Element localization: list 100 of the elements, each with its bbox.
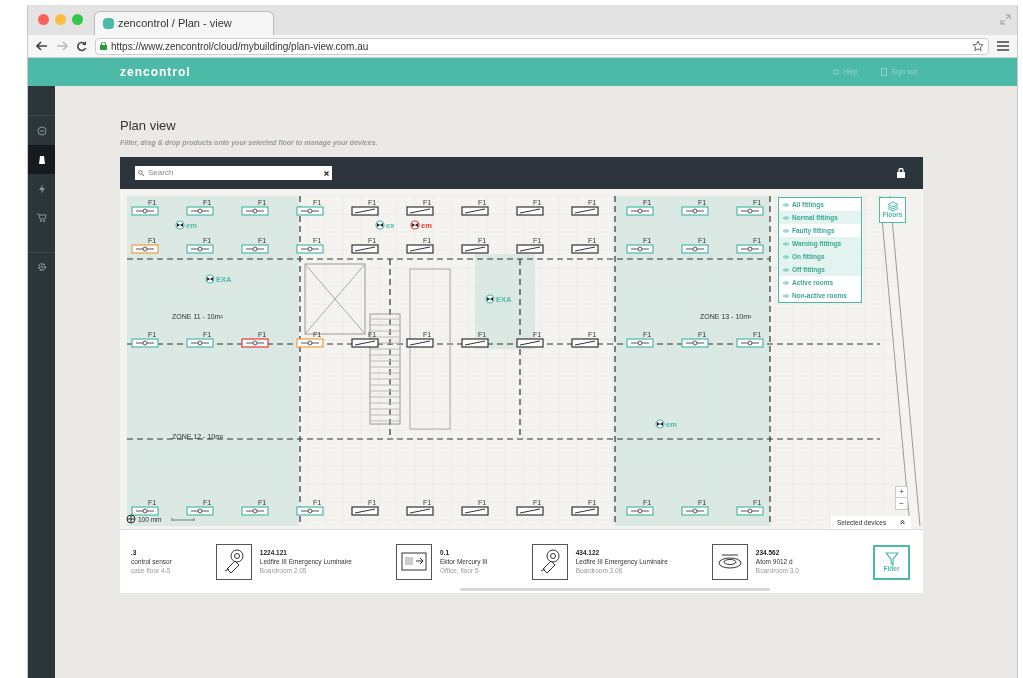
light-fitting-icon[interactable] [241,506,269,516]
eye-icon [783,293,789,298]
filter-icon [884,552,899,567]
browser-tab[interactable]: zencontrol / Plan - view [94,11,274,35]
product-thumbnail[interactable] [215,543,252,580]
light-fitting-icon[interactable] [681,244,709,254]
light-fitting-icon[interactable] [186,506,214,516]
eye-icon [783,215,789,220]
zoom-in-button[interactable]: + [896,487,907,498]
reload-icon[interactable] [76,40,87,52]
search-input: Search [148,167,320,179]
light-fitting-icon[interactable] [626,206,654,216]
light-fitting-icon[interactable] [296,506,324,516]
star-icon[interactable] [972,40,984,52]
light-fitting-icon[interactable] [131,206,159,216]
tab-title: zencontrol / Plan - view [118,16,232,32]
lightning-icon [36,183,47,194]
cart-icon [36,212,47,223]
light-fitting-icon[interactable] [131,338,159,348]
light-fitting-icon[interactable] [516,206,544,216]
light-fitting-icon[interactable] [241,206,269,216]
fullscreen-icon[interactable] [1000,14,1011,25]
light-fitting-icon[interactable] [571,206,599,216]
light-fitting-icon[interactable] [736,206,764,216]
site-logo-icon [103,18,114,29]
emergency-light-icon[interactable] [485,294,495,304]
menu-icon[interactable] [997,41,1009,51]
light-fitting-icon[interactable] [736,338,764,348]
emergency-light-icon[interactable] [655,419,665,429]
emergency-light-icon[interactable] [410,220,420,230]
light-fitting-icon[interactable] [296,244,324,254]
light-fitting-icon[interactable] [406,338,434,348]
light-fitting-icon[interactable] [131,244,159,254]
emergency-luminaire-icon [539,549,560,574]
help-icon [832,69,839,75]
exit-sign-icon [400,552,427,571]
light-fitting-icon[interactable] [351,338,379,348]
light-fitting-icon[interactable] [351,506,379,516]
zoom-out-button[interactable]: − [896,498,907,509]
sidebar-item[interactable] [28,145,55,174]
page-title: Plan view [120,117,177,135]
light-fitting-icon[interactable] [296,206,324,216]
light-fitting-icon[interactable] [186,338,214,348]
eye-icon [783,228,789,233]
light-fitting-icon[interactable] [406,506,434,516]
search-field[interactable]: Search [135,166,332,180]
product-thumbnail[interactable] [395,543,432,580]
logo[interactable]: zencontrol [120,63,191,81]
light-fitting-icon[interactable] [241,338,269,348]
clear-icon[interactable] [324,170,329,176]
light-fitting-icon[interactable] [461,506,489,516]
address-bar[interactable]: https://www.zencontrol/cloud/mybuilding/plan-view.com.au [95,37,989,55]
eye-icon [783,202,789,207]
light-fitting-icon[interactable] [516,338,544,348]
product-thumbnail[interactable] [531,543,568,580]
lock-icon [100,42,107,50]
light-fitting-icon[interactable] [571,244,599,254]
light-fitting-icon[interactable] [626,338,654,348]
url-text: https://www.zencontrol/cloud/mybuilding/plan-view.com.au [111,39,369,54]
light-fitting-icon[interactable] [681,506,709,516]
light-fitting-icon[interactable] [131,506,159,516]
eye-icon [783,254,789,259]
close-window-button[interactable] [38,14,49,25]
light-fitting-icon[interactable] [681,206,709,216]
light-fitting-icon[interactable] [296,338,324,348]
eye-icon [783,280,789,285]
emergency-light-icon[interactable] [175,220,185,230]
light-fitting-icon[interactable] [571,506,599,516]
light-fitting-icon[interactable] [571,338,599,348]
light-fitting-icon[interactable] [681,338,709,348]
light-fitting-icon[interactable] [626,506,654,516]
sign-out-icon [881,68,888,76]
lock-icon[interactable] [897,168,905,178]
light-fitting-icon[interactable] [461,244,489,254]
light-fitting-icon[interactable] [186,244,214,254]
light-fitting-icon[interactable] [351,206,379,216]
light-fitting-icon[interactable] [736,244,764,254]
clock-icon [36,125,47,136]
building-icon [36,154,47,165]
gear-icon [36,262,47,272]
back-icon[interactable] [36,41,48,51]
search-icon [138,170,144,176]
light-fitting-icon[interactable] [736,506,764,516]
emergency-light-icon[interactable] [205,274,215,284]
light-fitting-icon[interactable] [406,244,434,254]
eye-icon [783,241,789,246]
light-fitting-icon[interactable] [461,338,489,348]
light-fitting-icon[interactable] [241,244,269,254]
light-fitting-icon[interactable] [516,506,544,516]
eye-icon [783,267,789,272]
scale-bar [171,517,195,522]
emergency-luminaire-icon [223,549,244,574]
light-fitting-icon[interactable] [626,244,654,254]
light-fitting-icon[interactable] [406,206,434,216]
light-fitting-icon[interactable] [516,244,544,254]
light-fitting-icon[interactable] [351,244,379,254]
light-fitting-icon[interactable] [461,206,489,216]
product-thumbnail[interactable] [711,543,748,580]
horizontal-scrollbar[interactable] [460,588,770,591]
emergency-light-icon[interactable] [375,220,385,230]
